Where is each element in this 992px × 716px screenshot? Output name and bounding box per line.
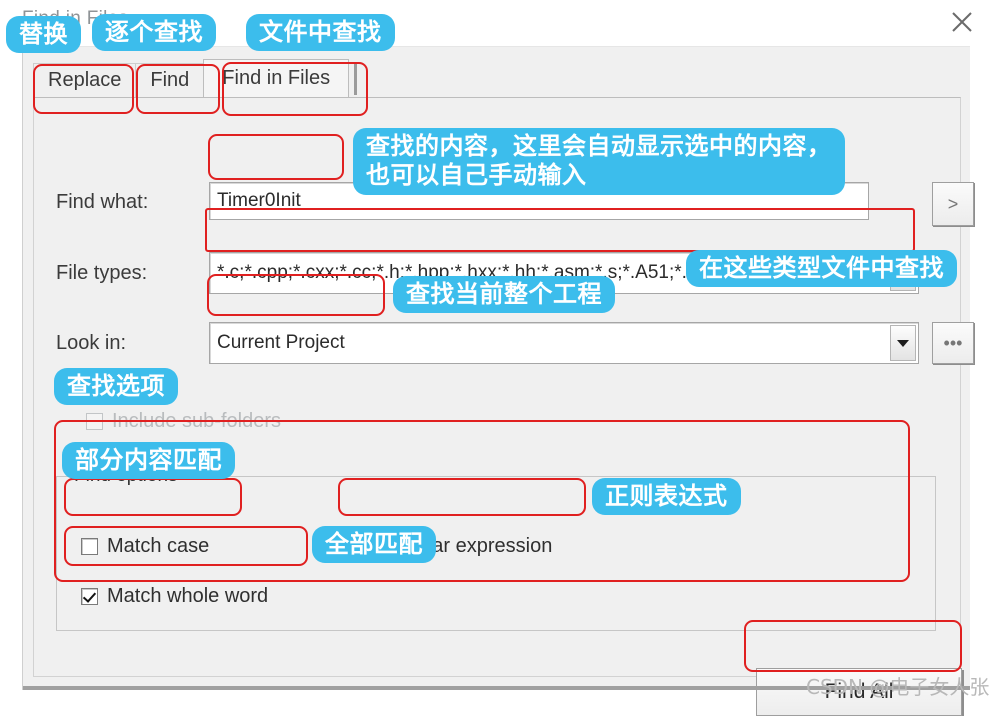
annotation-partial-match: 部分内容匹配: [62, 442, 235, 480]
annotation-find-options: 查找选项: [54, 368, 178, 406]
chevron-down-icon[interactable]: [890, 325, 916, 361]
close-button[interactable]: [940, 4, 984, 40]
tab-replace[interactable]: Replace: [33, 63, 137, 97]
tab-find[interactable]: Find: [135, 63, 205, 97]
watermark: CSDN @电子女人张: [806, 675, 990, 699]
tab-replace-label: Replace: [48, 69, 122, 91]
include-subfolders-checkbox[interactable]: Include sub-folders: [86, 410, 281, 433]
annotation-file-types: 在这些类型文件中查找: [686, 250, 957, 288]
find-what-label: Find what:: [56, 191, 149, 213]
close-icon: [949, 9, 975, 35]
look-in-label: Look in:: [56, 332, 127, 354]
file-types-label: File types:: [56, 262, 148, 284]
look-in-combo[interactable]: Current Project: [209, 322, 919, 364]
look-in-browse-button[interactable]: •••: [932, 322, 974, 364]
annotation-look-in: 查找当前整个工程: [393, 276, 615, 314]
tab-find-in-files-label: Find in Files: [222, 67, 331, 89]
include-subfolders-label: Include sub-folders: [112, 410, 281, 432]
match-case-checkbox[interactable]: Match case: [81, 535, 209, 558]
find-what-expand-button[interactable]: >: [932, 182, 974, 226]
checkbox-box: [86, 413, 103, 430]
match-whole-word-label: Match whole word: [107, 585, 269, 607]
annotation-regex: 正则表达式: [592, 478, 741, 516]
annotation-find-in-files: 文件中查找: [246, 14, 395, 52]
checkbox-box: [81, 588, 98, 605]
annotation-whole-match: 全部匹配: [312, 526, 436, 564]
match-case-label: Match case: [107, 535, 210, 557]
tab-focus-caret: [354, 63, 358, 95]
annotation-find-what: 查找的内容，这里会自动显示选中的内容， 也可以自己手动输入: [353, 128, 845, 195]
checkbox-box: [81, 538, 98, 555]
look-in-value: Current Project: [217, 332, 345, 353]
annotation-replace: 替换: [6, 16, 81, 54]
annotation-find-one-by-one: 逐个查找: [92, 14, 216, 52]
tab-find-label: Find: [150, 69, 190, 91]
tabstrip: Replace Find Find in Files: [33, 59, 358, 97]
tab-find-in-files[interactable]: Find in Files: [203, 59, 350, 97]
match-whole-word-checkbox[interactable]: Match whole word: [81, 585, 268, 608]
